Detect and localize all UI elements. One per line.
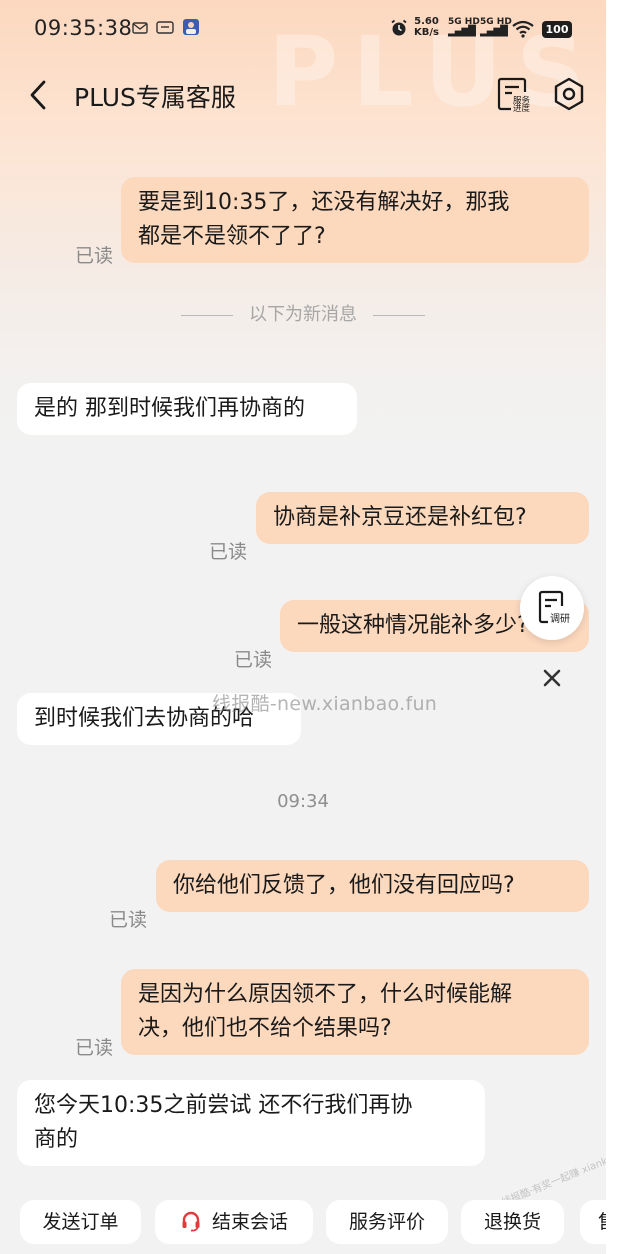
battery-indicator: 100: [542, 21, 572, 38]
service-progress-icon: 服务 进度: [497, 77, 531, 114]
read-receipt: 已读: [234, 649, 273, 671]
settings-icon[interactable]: [551, 76, 587, 112]
after-sales-button[interactable]: 售: [580, 1200, 606, 1244]
read-receipt: 已读: [75, 1037, 114, 1059]
message-bubble-outgoing[interactable]: 是因为什么原因领不了，什么时候能解 决，他们也不给个结果吗?: [121, 969, 589, 1055]
svg-text:调研: 调研: [550, 613, 570, 625]
status-time: 09:35:38: [34, 16, 133, 40]
read-receipt: 已读: [75, 245, 114, 267]
signal-2: 5G HD ▂▄▆█: [480, 17, 512, 37]
page-title: PLUS专属客服: [74, 83, 236, 112]
message-bubble-incoming[interactable]: 您今天10:35之前尝试 还不行我们再协 商的: [17, 1080, 485, 1166]
alarm-icon: [391, 19, 407, 36]
quick-actions-bar: 发送订单 结束会话 服务评价 退换货 售: [0, 1192, 606, 1254]
survey-icon: 调研: [538, 590, 570, 625]
status-bar: 09:35:38 5.60 KB/s 5G HD ▂▄▆█ 5G HD ▂▄▆█…: [0, 0, 606, 60]
new-messages-divider: 以下为新消息: [0, 300, 606, 326]
close-icon[interactable]: [538, 664, 566, 692]
chat-screen: PLUS 09:35:38 5.60 KB/s 5G HD ▂▄▆█ 5G HD…: [0, 0, 606, 1254]
return-exchange-button[interactable]: 退换货: [461, 1200, 564, 1244]
svg-text:进度: 进度: [513, 103, 531, 112]
wifi-icon: [512, 20, 534, 38]
message-icon: [156, 21, 174, 34]
back-button[interactable]: [24, 78, 54, 112]
signal-bars-icon: ▂▄▆█: [448, 26, 476, 37]
service-rating-button[interactable]: 服务评价: [326, 1200, 448, 1244]
read-receipt: 已读: [109, 909, 148, 931]
headset-icon: [182, 1211, 200, 1231]
signal-bars-icon: ▂▄▆█: [480, 26, 508, 37]
app-notification-icon: [183, 19, 199, 35]
message-bubble-outgoing[interactable]: 你给他们反馈了，他们没有回应吗?: [156, 860, 589, 912]
survey-button[interactable]: 调研: [520, 576, 584, 640]
message-bubble-outgoing[interactable]: 要是到10:35了，还没有解决好，那我 都是不是领不了了?: [121, 177, 589, 263]
message-timestamp: 09:34: [277, 791, 329, 812]
signal-1: 5G HD ▂▄▆█: [448, 17, 480, 37]
message-bubble-outgoing[interactable]: 协商是补京豆还是补红包?: [256, 492, 589, 544]
read-receipt: 已读: [209, 541, 248, 563]
network-speed: 5.60 KB/s: [414, 16, 439, 38]
end-session-button[interactable]: 结束会话: [155, 1200, 313, 1244]
screen-edge: [606, 0, 626, 1254]
send-order-button[interactable]: 发送订单: [20, 1200, 141, 1244]
mail-icon: [132, 22, 148, 34]
site-watermark: 线报酷-new.xianbao.fun: [212, 693, 438, 715]
service-progress-button[interactable]: 服务 进度: [495, 76, 531, 114]
message-bubble-incoming[interactable]: 是的 那到时候我们再协商的: [17, 383, 357, 435]
